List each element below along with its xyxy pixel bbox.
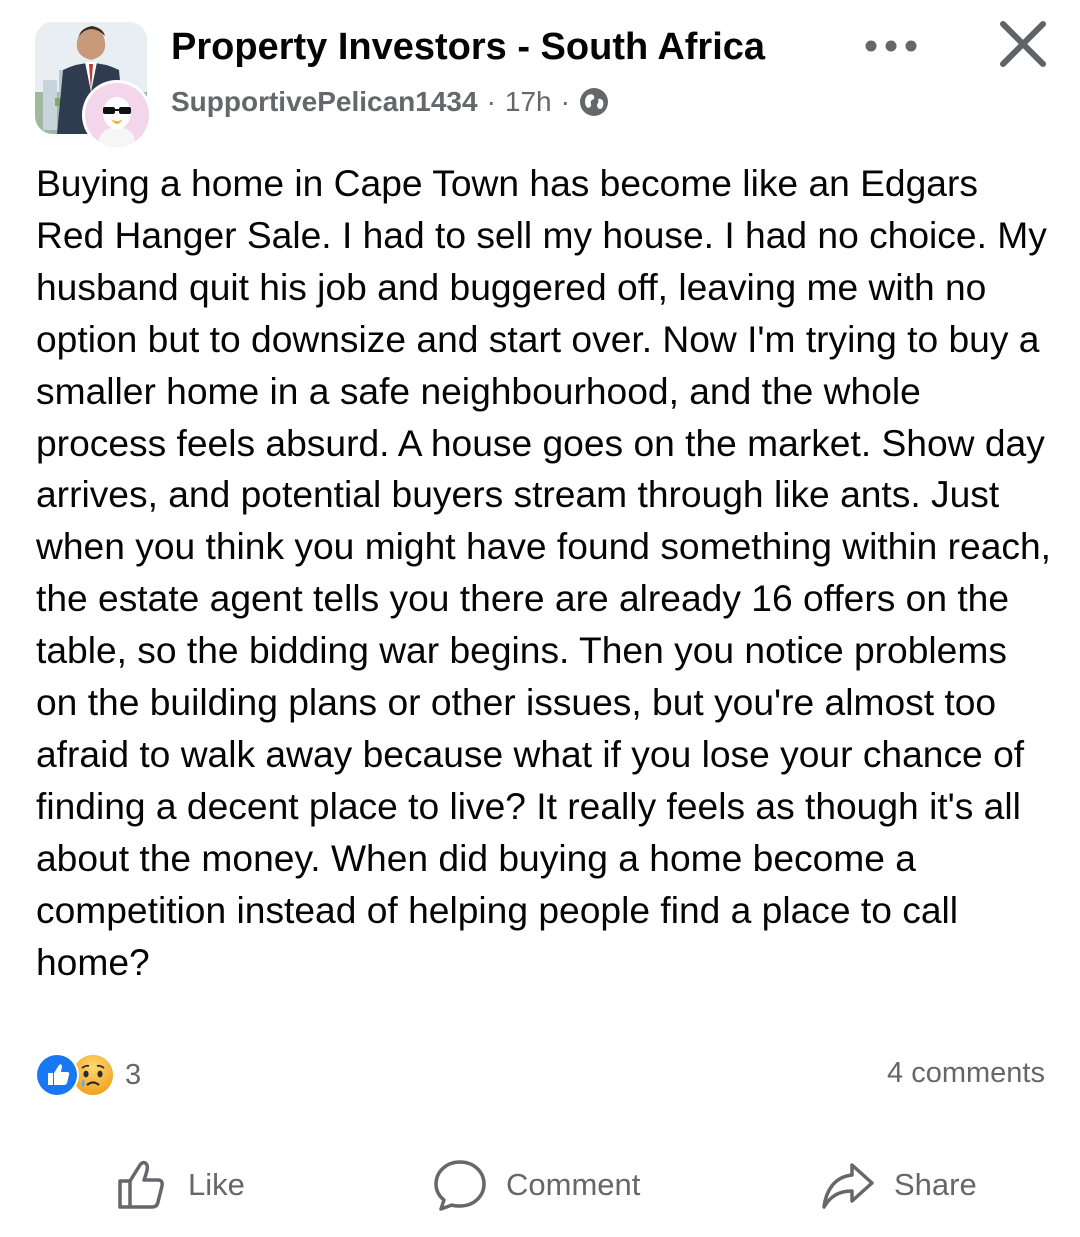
- post-body-text: Buying a home in Cape Town has become li…: [36, 162, 1051, 983]
- comment-label: Comment: [506, 1167, 641, 1202]
- globe-icon: [579, 87, 609, 117]
- close-button[interactable]: [995, 16, 1051, 72]
- user-avatar[interactable]: [82, 80, 152, 150]
- meta-separator: ·: [560, 86, 570, 117]
- author-name[interactable]: SupportivePelican1434: [171, 86, 478, 118]
- close-icon: [1000, 21, 1046, 67]
- meta-separator: ·: [486, 86, 496, 117]
- share-label: Share: [894, 1167, 977, 1202]
- post-actions-bar: Like Comment Share: [0, 1150, 1080, 1220]
- post-time[interactable]: 17h: [505, 86, 552, 118]
- like-label: Like: [188, 1167, 245, 1202]
- user-avatar-image: [85, 83, 149, 147]
- comment-button[interactable]: Comment: [432, 1150, 640, 1220]
- more-options-icon: [865, 40, 917, 52]
- more-options-button[interactable]: [858, 26, 924, 66]
- thumbs-up-icon: [118, 1160, 164, 1209]
- comments-count-link[interactable]: 4 comments: [887, 1057, 1045, 1090]
- share-arrow-icon: [822, 1163, 874, 1209]
- like-button[interactable]: Like: [114, 1150, 245, 1220]
- post-header: Property Investors - South Africa Suppor…: [0, 0, 1080, 150]
- group-name[interactable]: Property Investors - South Africa: [171, 26, 765, 69]
- post-meta: SupportivePelican1434 · 17h ·: [171, 86, 609, 118]
- reactions-summary[interactable]: 3: [35, 1050, 141, 1100]
- share-button[interactable]: Share: [820, 1150, 977, 1220]
- like-reaction-icon: [35, 1053, 79, 1097]
- comment-bubble-icon: [434, 1160, 486, 1211]
- reaction-count: 3: [125, 1058, 142, 1091]
